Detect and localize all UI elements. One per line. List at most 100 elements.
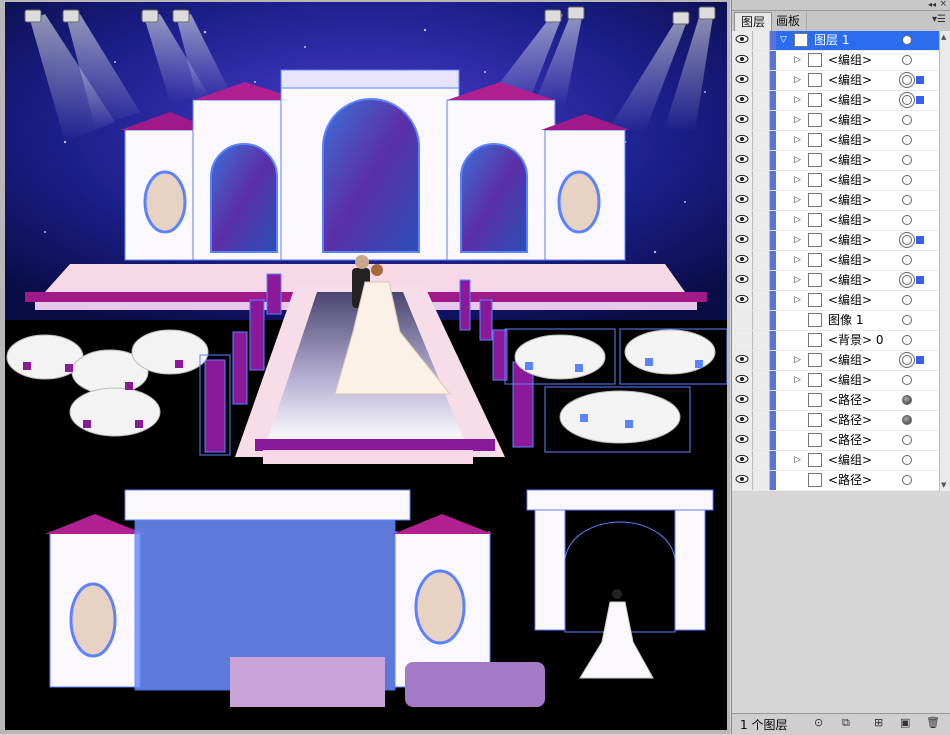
eye-icon[interactable] bbox=[732, 71, 753, 90]
panel-menu-icon[interactable]: ▾☰ bbox=[932, 14, 946, 25]
eye-icon[interactable] bbox=[732, 311, 753, 330]
lock-toggle[interactable] bbox=[753, 131, 770, 150]
lock-toggle[interactable] bbox=[753, 411, 770, 430]
disclosure-triangle-icon[interactable]: ▽ bbox=[780, 31, 787, 50]
eye-icon[interactable] bbox=[732, 371, 753, 390]
layer-row[interactable]: <路径> bbox=[732, 411, 950, 431]
eye-icon[interactable] bbox=[732, 271, 753, 290]
layer-row[interactable]: ▷ <编组> bbox=[732, 231, 950, 251]
eye-icon[interactable] bbox=[732, 151, 753, 170]
disclosure-triangle-icon[interactable]: ▷ bbox=[794, 171, 801, 190]
tab-layers[interactable]: 图层 bbox=[734, 12, 773, 31]
target-circle-icon[interactable] bbox=[902, 255, 912, 265]
target-circle-icon[interactable] bbox=[902, 435, 912, 445]
lock-toggle[interactable] bbox=[753, 91, 770, 110]
eye-icon[interactable] bbox=[732, 251, 753, 270]
layer-row[interactable]: ▷ <编组> bbox=[732, 131, 950, 151]
target-circle-icon[interactable] bbox=[902, 455, 912, 465]
target-circle-icon[interactable] bbox=[902, 235, 912, 245]
document-canvas[interactable] bbox=[0, 0, 730, 734]
target-circle-icon[interactable] bbox=[902, 195, 912, 205]
lock-toggle[interactable] bbox=[753, 391, 770, 410]
lock-toggle[interactable] bbox=[753, 171, 770, 190]
layer-row[interactable]: ▷ <编组> bbox=[732, 271, 950, 291]
eye-icon[interactable] bbox=[732, 291, 753, 310]
eye-icon[interactable] bbox=[732, 351, 753, 370]
target-circle-icon[interactable] bbox=[902, 95, 912, 105]
layer-row[interactable]: ▷ <编组> bbox=[732, 71, 950, 91]
layer-row[interactable]: ▷ <编组> bbox=[732, 151, 950, 171]
eye-icon[interactable] bbox=[732, 451, 753, 470]
target-circle-icon[interactable] bbox=[902, 475, 912, 485]
selection-indicator[interactable] bbox=[916, 276, 924, 284]
lock-toggle[interactable] bbox=[753, 211, 770, 230]
disclosure-triangle-icon[interactable]: ▷ bbox=[794, 351, 801, 370]
eye-icon[interactable] bbox=[732, 191, 753, 210]
disclosure-triangle-icon[interactable]: ▷ bbox=[794, 371, 801, 390]
lock-toggle[interactable] bbox=[753, 51, 770, 70]
disclosure-triangle-icon[interactable]: ▷ bbox=[794, 211, 801, 230]
disclosure-triangle-icon[interactable]: ▷ bbox=[794, 291, 801, 310]
target-circle-icon[interactable] bbox=[902, 175, 912, 185]
eye-icon[interactable] bbox=[732, 31, 753, 50]
target-circle-icon[interactable] bbox=[902, 215, 912, 225]
eye-icon[interactable] bbox=[732, 231, 753, 250]
lock-toggle[interactable] bbox=[753, 271, 770, 290]
disclosure-triangle-icon[interactable]: ▷ bbox=[794, 151, 801, 170]
eye-icon[interactable] bbox=[732, 131, 753, 150]
eye-icon[interactable] bbox=[732, 171, 753, 190]
disclosure-triangle-icon[interactable]: ▷ bbox=[794, 451, 801, 470]
selection-indicator[interactable] bbox=[916, 356, 924, 364]
lock-toggle[interactable] bbox=[753, 111, 770, 130]
lock-toggle[interactable] bbox=[753, 371, 770, 390]
layer-row[interactable]: ▷ <编组> bbox=[732, 191, 950, 211]
target-circle-icon[interactable] bbox=[902, 275, 912, 285]
disclosure-triangle-icon[interactable]: ▷ bbox=[794, 51, 801, 70]
eye-icon[interactable] bbox=[732, 471, 753, 490]
lock-toggle[interactable] bbox=[753, 231, 770, 250]
disclosure-triangle-icon[interactable]: ▷ bbox=[794, 271, 801, 290]
locate-object-icon[interactable]: ⊙ bbox=[814, 716, 823, 729]
target-circle-icon[interactable] bbox=[902, 75, 912, 85]
disclosure-triangle-icon[interactable]: ▷ bbox=[794, 91, 801, 110]
lock-toggle[interactable] bbox=[753, 71, 770, 90]
layer-row[interactable]: ▷ <编组> bbox=[732, 451, 950, 471]
disclosure-triangle-icon[interactable]: ▷ bbox=[794, 251, 801, 270]
layer-row[interactable]: ▽ 图层 1 bbox=[732, 31, 950, 51]
lock-toggle[interactable] bbox=[753, 291, 770, 310]
make-clipping-mask-icon[interactable]: ⧉ bbox=[842, 716, 850, 730]
lock-toggle[interactable] bbox=[753, 191, 770, 210]
selection-indicator[interactable] bbox=[916, 236, 924, 244]
lock-toggle[interactable] bbox=[753, 251, 770, 270]
delete-icon[interactable]: 🗑 bbox=[926, 716, 940, 729]
layer-row[interactable]: ▷ <编组> bbox=[732, 91, 950, 111]
target-circle-icon[interactable] bbox=[902, 115, 912, 125]
tab-artboards[interactable]: 画板 bbox=[770, 12, 808, 31]
lock-toggle[interactable] bbox=[753, 311, 770, 330]
target-circle-icon[interactable] bbox=[902, 135, 912, 145]
target-circle-icon[interactable] bbox=[902, 155, 912, 165]
layer-row[interactable]: ▷ <编组> bbox=[732, 111, 950, 131]
disclosure-triangle-icon[interactable]: ▷ bbox=[794, 71, 801, 90]
close-panel-icon[interactable]: × bbox=[939, 0, 947, 9]
new-layer-icon[interactable]: ▣ bbox=[900, 716, 910, 729]
target-circle-icon[interactable] bbox=[902, 55, 912, 65]
selection-indicator[interactable] bbox=[916, 96, 924, 104]
create-sublayer-icon[interactable]: ⊞ bbox=[874, 716, 883, 729]
eye-icon[interactable] bbox=[732, 111, 753, 130]
target-circle-icon[interactable] bbox=[902, 375, 912, 385]
eye-icon[interactable] bbox=[732, 51, 753, 70]
target-circle-icon[interactable] bbox=[902, 395, 912, 405]
layer-row[interactable]: 图像 1 bbox=[732, 311, 950, 331]
layer-row[interactable]: <路径> bbox=[732, 471, 950, 491]
layer-row[interactable]: ▷ <编组> bbox=[732, 371, 950, 391]
eye-icon[interactable] bbox=[732, 411, 753, 430]
collapse-panel-icon[interactable]: ◂◂ bbox=[928, 0, 936, 9]
lock-toggle[interactable] bbox=[753, 351, 770, 370]
scroll-down-icon[interactable]: ▼ bbox=[941, 481, 946, 489]
target-circle-icon[interactable] bbox=[902, 295, 912, 305]
layer-row[interactable]: <路径> bbox=[732, 431, 950, 451]
artboard[interactable] bbox=[5, 2, 727, 730]
selection-indicator[interactable] bbox=[916, 76, 924, 84]
disclosure-triangle-icon[interactable]: ▷ bbox=[794, 131, 801, 150]
